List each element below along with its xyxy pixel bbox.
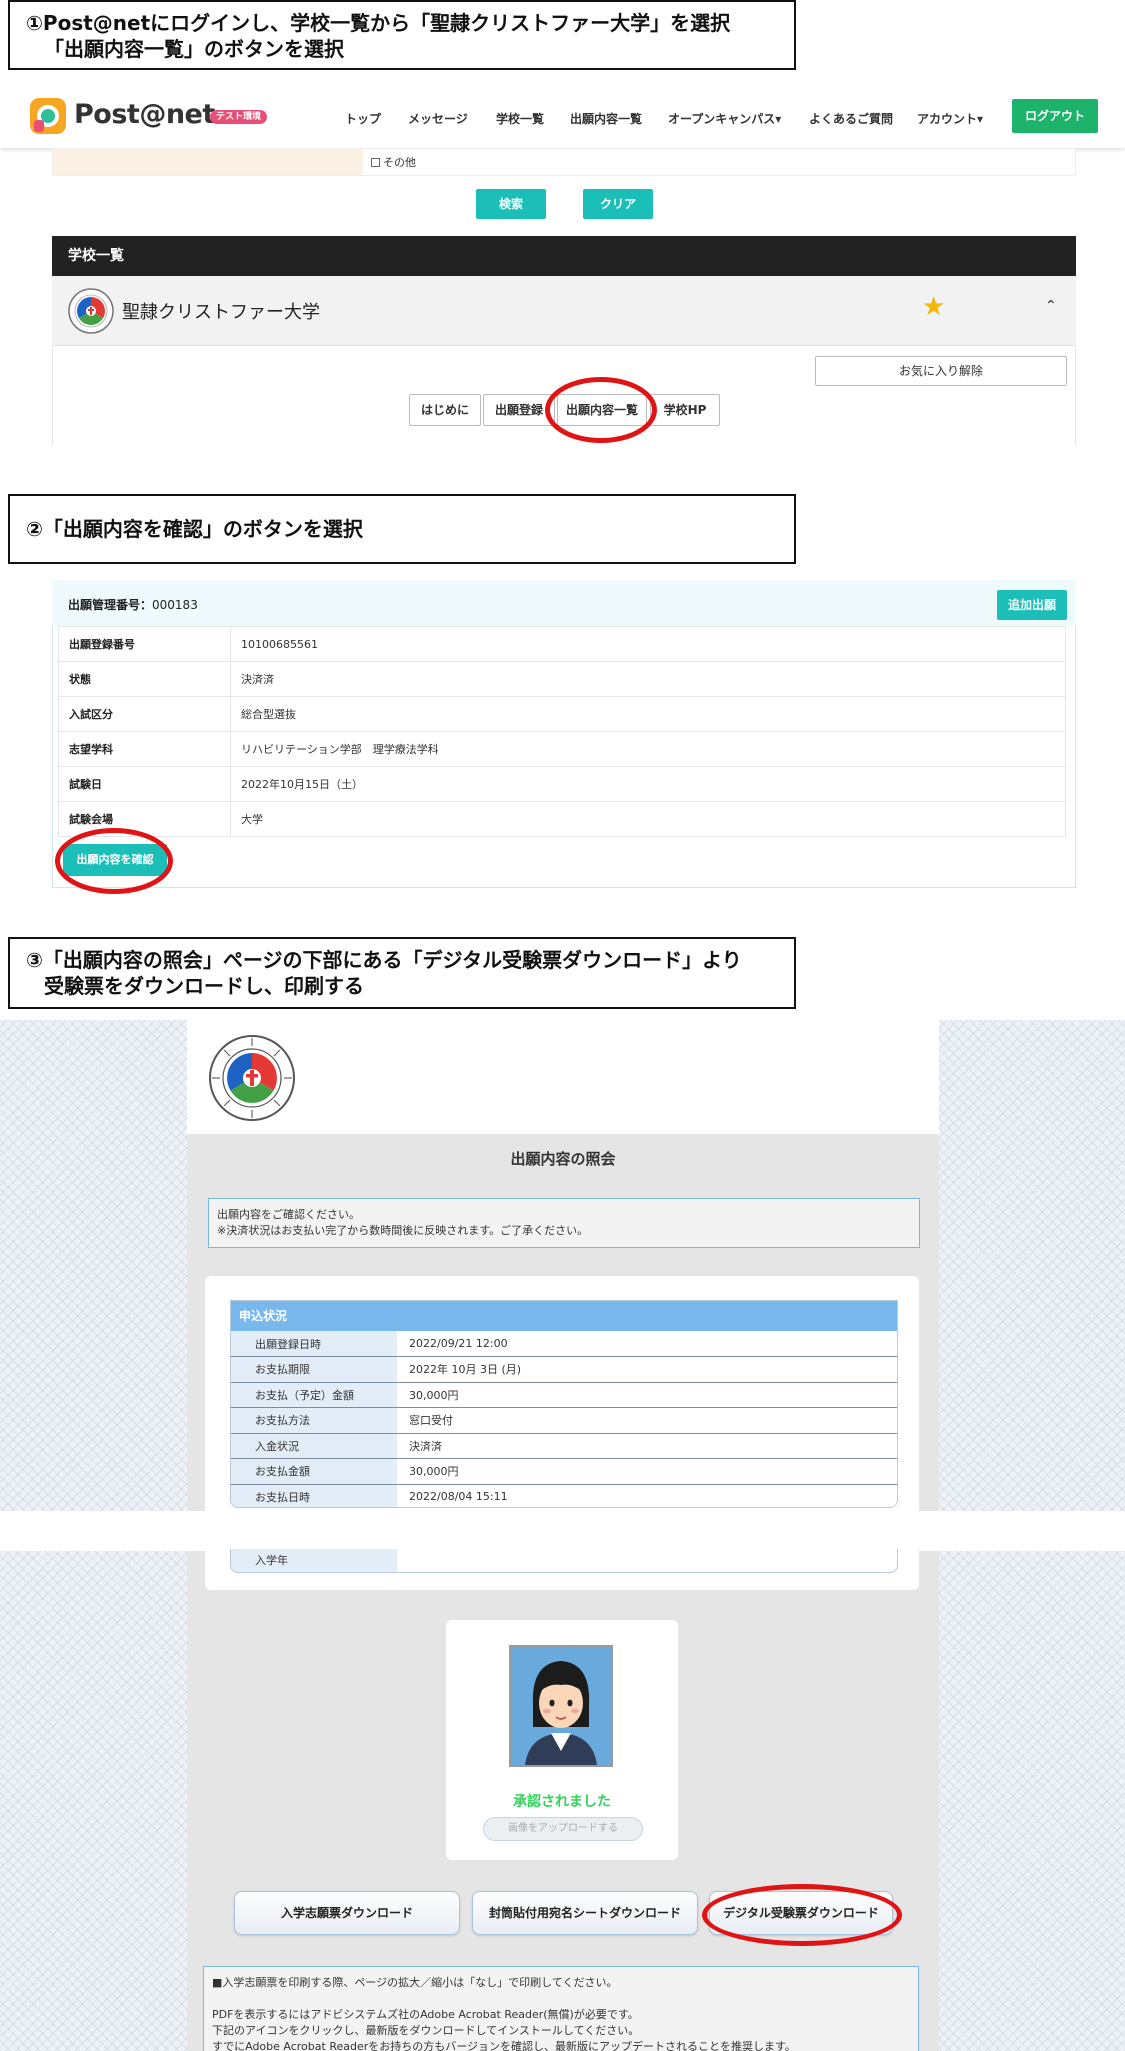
- table-row: 入金状況 決済済: [231, 1433, 897, 1459]
- other-checkbox[interactable]: [371, 158, 380, 167]
- nav-application-list[interactable]: 出願内容一覧: [570, 110, 642, 127]
- step3-line2: 受験票をダウンロードし、印刷する: [44, 974, 364, 998]
- university-emblem-icon: [68, 288, 114, 334]
- step2-line: ②「出願内容を確認」のボタンを選択: [26, 517, 363, 541]
- screenshot-gap: [0, 1511, 1125, 1551]
- step3-instruction: ③「出願内容の照会」ページの下部にある「デジタル受験票ダウンロード」より 受験票…: [8, 937, 796, 1009]
- postnet-logo-icon[interactable]: [30, 98, 66, 134]
- school-hp-button[interactable]: 学校HP: [650, 394, 720, 426]
- clear-button[interactable]: クリア: [583, 189, 653, 219]
- step2-instruction: ②「出願内容を確認」のボタンを選択: [8, 494, 796, 564]
- add-application-button[interactable]: 追加出願: [997, 590, 1067, 620]
- download-address-sheet-button[interactable]: 封筒貼付用宛名シートダウンロード: [472, 1891, 698, 1935]
- status-table-continued: 入学年: [230, 1549, 898, 1573]
- brand-name[interactable]: Post@net: [74, 99, 215, 130]
- table-row: 出願登録日時 2022/09/21 12:00: [231, 1331, 897, 1357]
- highlight-ellipse: [55, 828, 173, 894]
- step1-line1: ①Post@netにログインし、学校一覧から「聖隷クリストファー大学」を選択: [26, 11, 731, 35]
- step1-line2: 「出願内容一覧」のボタンを選択: [44, 37, 344, 61]
- university-seal-icon: [209, 1035, 295, 1121]
- upload-image-button[interactable]: 画像をアップロードする: [483, 1817, 643, 1841]
- school-list-header: 学校一覧: [52, 236, 1076, 276]
- enrollment-year-label: 入学年: [231, 1549, 397, 1572]
- favorite-star-icon[interactable]: ★: [922, 292, 945, 322]
- inquiry-page-header: [187, 1020, 939, 1134]
- table-row: 入試区分 総合型選抜: [58, 696, 1066, 732]
- table-row: お支払（予定）金額 30,000円: [231, 1382, 897, 1408]
- test-env-badge: テスト環境: [210, 110, 268, 124]
- nav-account[interactable]: アカウント▾: [917, 110, 983, 127]
- highlight-ellipse: [545, 377, 657, 443]
- highlight-ellipse: [702, 1884, 902, 1946]
- approval-status: 承認されました: [513, 1794, 611, 1810]
- table-row: お支払方法 窓口受付: [231, 1407, 897, 1434]
- top-navigation: Post@net テスト環境 トップ メッセージ 学校一覧 出願内容一覧 オープ…: [0, 86, 1125, 148]
- nav-faq[interactable]: よくあるご質問: [809, 110, 893, 127]
- table-row: 出願登録番号 10100685561: [58, 626, 1066, 662]
- table-row: 試験会場 大学: [58, 801, 1066, 837]
- chevron-up-icon[interactable]: ⌃: [1045, 298, 1057, 314]
- other-checkbox-label[interactable]: その他: [371, 154, 416, 170]
- step1-instruction: ①Post@netにログインし、学校一覧から「聖隷クリストファー大学」を選択 「…: [8, 0, 796, 70]
- step3-line1: ③「出願内容の照会」ページの下部にある「デジタル受験票ダウンロード」より: [26, 948, 742, 972]
- table-row: お支払期限 2022年 10月 3日 (月): [231, 1356, 897, 1383]
- status-table: 出願登録日時 2022/09/21 12:00 お支払期限 2022年 10月 3日…: [231, 1331, 897, 1507]
- intro-button[interactable]: はじめに: [409, 394, 481, 426]
- nav-school-list[interactable]: 学校一覧: [496, 110, 544, 127]
- table-row: お支払日時 2022/08/04 15:11: [231, 1484, 897, 1507]
- inquiry-title: 出願内容の照会: [510, 1150, 616, 1168]
- download-application-form-button[interactable]: 入学志願票ダウンロード: [234, 1891, 460, 1935]
- university-row[interactable]: 聖隷クリストファー大学 ★ ⌃: [52, 276, 1076, 346]
- pdf-info-box: ■入学志願票を印刷する際、ページの拡大／縮小は「なし」で印刷してください。 PD…: [203, 1966, 919, 2051]
- status-table-box: 申込状況 出願登録日時 2022/09/21 12:00 お支払期限 2022年 1…: [230, 1300, 898, 1508]
- application-table: 出願登録番号 10100685561 状態 決済済 入試区分 総合型選抜 志望学科 リハ…: [58, 626, 1066, 837]
- nav-open-campus[interactable]: オープンキャンパス▾: [668, 110, 781, 127]
- nav-top[interactable]: トップ: [345, 110, 381, 127]
- logout-button[interactable]: ログアウト: [1012, 99, 1098, 133]
- status-header: 申込状況: [231, 1301, 897, 1331]
- application-header: 出願管理番号：000183: [52, 580, 1076, 626]
- table-row: 状態 決済済: [58, 661, 1066, 697]
- table-row: お支払金額 30,000円: [231, 1458, 897, 1485]
- table-row: 試験日 2022年10月15日（土）: [58, 766, 1066, 802]
- search-conditions: その他: [52, 148, 1076, 176]
- applicant-avatar-icon: [511, 1647, 611, 1765]
- remove-favorite-button[interactable]: お気に入り解除: [815, 356, 1067, 386]
- applicant-photo: [509, 1645, 613, 1767]
- table-row: 志望学科 リハビリテーション学部 理学療法学科: [58, 731, 1066, 767]
- mgmt-number: 000183: [152, 598, 198, 612]
- nav-message[interactable]: メッセージ: [408, 110, 468, 127]
- mgmt-number-label: 出願管理番号：: [68, 598, 153, 612]
- university-name[interactable]: 聖隷クリストファー大学: [122, 298, 320, 324]
- search-button[interactable]: 検索: [476, 189, 546, 219]
- inquiry-notice: 出願内容をご確認ください。 ※決済状況はお支払い完了から数時間後に反映されます。…: [208, 1198, 920, 1248]
